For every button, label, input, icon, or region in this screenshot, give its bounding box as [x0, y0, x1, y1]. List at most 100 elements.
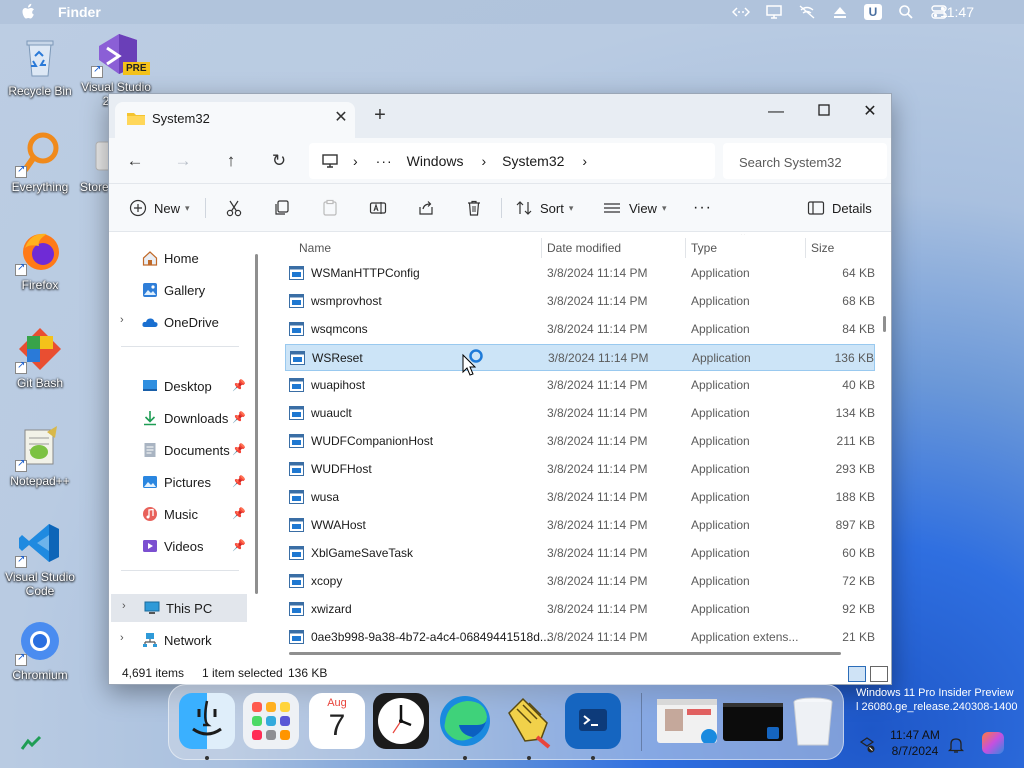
nav-item-desktop[interactable]: Desktop 📌 [109, 372, 247, 400]
view-button[interactable]: View ▾ [603, 196, 666, 220]
stock-widget-icon[interactable] [20, 735, 44, 751]
copy-button[interactable] [273, 196, 291, 220]
tab-system32[interactable]: System32 ✕ [115, 102, 355, 138]
cut-button[interactable] [225, 196, 243, 220]
search-input[interactable]: Search System32 [723, 143, 887, 179]
dock-clock[interactable] [373, 693, 429, 749]
wifi-off-icon[interactable] [798, 4, 816, 20]
nav-item-videos[interactable]: Videos 📌 [109, 532, 247, 560]
details-view-button[interactable] [848, 666, 866, 682]
table-row[interactable]: WSReset 3/8/2024 11:14 PM Application 136 K… [285, 344, 875, 371]
pin-icon[interactable]: 📌 [232, 507, 246, 520]
desktop-icon-recycle-bin[interactable]: Recycle Bin [0, 34, 80, 98]
back-button[interactable]: ← [123, 149, 147, 173]
refresh-button[interactable]: ↻ [267, 149, 291, 173]
breadcrumb-more-button[interactable]: ··· [376, 153, 393, 169]
sort-button[interactable]: Sort ▾ [515, 196, 573, 220]
table-row[interactable]: xcopy 3/8/2024 11:14 PM Application 72 KB [285, 568, 875, 595]
table-row[interactable]: XblGameSaveTask 3/8/2024 11:14 PM Applicat… [285, 540, 875, 567]
dock-edge[interactable] [437, 693, 493, 749]
nav-item-onedrive[interactable]: › OneDrive [109, 308, 247, 336]
new-tab-button[interactable]: + [371, 105, 389, 125]
new-button[interactable]: New ▾ [129, 196, 190, 220]
table-row[interactable]: wsmprovhost 3/8/2024 11:14 PM Application 6… [285, 288, 875, 315]
pin-icon[interactable]: 📌 [232, 539, 246, 552]
rename-button[interactable] [369, 196, 387, 220]
table-row[interactable]: 0ae3b998-9a38-4b72-a4c4-06849441518d... 3… [285, 624, 875, 651]
dock-terminal[interactable] [565, 693, 621, 749]
breadcrumb-system32[interactable]: System32 [502, 153, 564, 169]
pin-icon[interactable]: 📌 [232, 379, 246, 392]
desktop-icon-vscode[interactable]: Visual Studio Code [0, 520, 80, 598]
breadcrumb-windows[interactable]: Windows [407, 153, 464, 169]
dock-golden-hand-app[interactable] [501, 693, 557, 749]
up-button[interactable]: ↑ [219, 149, 243, 173]
nav-item-pictures[interactable]: Pictures 📌 [109, 468, 247, 496]
desktop-icon-firefox[interactable]: Firefox [0, 228, 80, 292]
table-row[interactable]: WUDFHost 3/8/2024 11:14 PM Application 293 … [285, 456, 875, 483]
copilot-icon[interactable] [982, 732, 1004, 754]
dock-trash[interactable] [789, 693, 837, 749]
table-row[interactable]: wuauclt 3/8/2024 11:14 PM Application 134 K… [285, 400, 875, 427]
table-row[interactable]: wsqmcons 3/8/2024 11:14 PM Application 84 K… [285, 316, 875, 343]
paste-button[interactable] [321, 196, 339, 220]
pin-icon[interactable]: 📌 [232, 443, 246, 456]
desktop-icon-chromium[interactable]: Chromium [0, 618, 80, 682]
notification-bell-icon[interactable] [948, 736, 964, 754]
column-header-type[interactable]: Type [691, 241, 717, 255]
delete-button[interactable] [465, 196, 483, 220]
active-app-name[interactable]: Finder [58, 4, 101, 20]
accessibility-tray-icon[interactable] [858, 736, 876, 754]
dock-finder[interactable] [179, 693, 235, 749]
column-header-size[interactable]: Size [811, 241, 834, 255]
chevron-right-icon[interactable]: › [120, 314, 124, 326]
table-row[interactable]: wuapihost 3/8/2024 11:14 PM Application 40 … [285, 372, 875, 399]
nav-item-this-pc[interactable]: › This PC [111, 594, 247, 622]
details-pane-button[interactable]: Details [807, 196, 872, 220]
dock-minimized-window-terminal[interactable] [723, 703, 783, 741]
column-divider[interactable] [805, 238, 806, 258]
this-pc-icon[interactable] [321, 153, 339, 169]
nav-item-gallery[interactable]: Gallery [109, 276, 247, 304]
pin-icon[interactable]: 📌 [232, 411, 246, 424]
forward-button[interactable]: → [171, 149, 195, 173]
close-tab-icon[interactable]: ✕ [332, 107, 350, 127]
share-button[interactable] [417, 196, 435, 220]
code-arrows-icon[interactable] [732, 4, 750, 20]
nav-scrollbar[interactable] [255, 254, 258, 594]
desktop-icon-everything[interactable]: Everything [0, 130, 80, 194]
column-divider[interactable] [541, 238, 542, 258]
table-row[interactable]: WWAHost 3/8/2024 11:14 PM Application 897 K… [285, 512, 875, 539]
desktop-icon-notepad-plus-plus[interactable]: Notepad++ [0, 424, 80, 488]
close-window-button[interactable]: ✕ [847, 98, 893, 126]
pin-icon[interactable]: 📌 [232, 475, 246, 488]
nav-item-home[interactable]: Home [109, 244, 247, 272]
file-list-vertical-scrollbar[interactable] [883, 316, 886, 332]
nav-item-downloads[interactable]: Downloads 📌 [109, 404, 247, 432]
breadcrumb[interactable]: › ··· Windows › System32 › [309, 143, 715, 179]
chevron-right-icon[interactable]: › [122, 600, 126, 612]
menubar-clock[interactable]: 11:47 [940, 4, 974, 20]
nav-item-documents[interactable]: Documents 📌 [109, 436, 247, 464]
maximize-button[interactable] [801, 98, 847, 126]
dock-launchpad[interactable] [243, 693, 299, 749]
apple-icon[interactable] [21, 3, 37, 21]
taskbar-clock[interactable]: 11:47 AM 8/7/2024 [880, 727, 950, 759]
desktop-icon-store[interactable]: Store [70, 130, 110, 194]
more-options-button[interactable]: ··· [693, 196, 712, 220]
search-icon[interactable] [897, 4, 915, 20]
dock-minimized-window-browser[interactable] [657, 699, 717, 745]
minimize-button[interactable]: — [753, 98, 799, 126]
table-row[interactable]: xwizard 3/8/2024 11:14 PM Application 92 KB [285, 596, 875, 623]
column-header-name[interactable]: Name [299, 241, 331, 255]
desktop-icon-git-bash[interactable]: Git Bash [0, 326, 80, 390]
u-status-icon[interactable]: U [864, 4, 882, 20]
file-list-horizontal-scrollbar[interactable] [289, 652, 841, 655]
title-bar[interactable]: System32 ✕ + — ✕ [109, 94, 891, 138]
table-row[interactable]: wusa 3/8/2024 11:14 PM Application 188 KB [285, 484, 875, 511]
table-row[interactable]: WSManHTTPConfig 3/8/2024 11:14 PM Applicat… [285, 260, 875, 287]
eject-icon[interactable] [831, 4, 849, 20]
nav-item-network[interactable]: › Network [109, 626, 247, 654]
nav-item-music[interactable]: Music 📌 [109, 500, 247, 528]
chevron-right-icon[interactable]: › [120, 632, 124, 644]
